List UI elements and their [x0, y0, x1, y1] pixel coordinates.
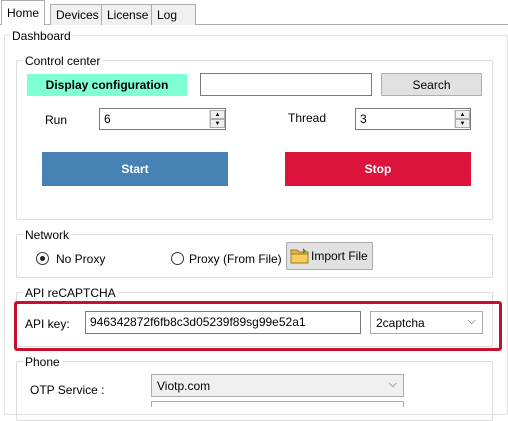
run-label: Run — [45, 113, 68, 127]
spin-up-icon[interactable]: ▲ — [210, 110, 225, 119]
import-file-label: Import File — [311, 249, 368, 263]
api-key-input[interactable]: 946342872f6fb8c3d05239f89sg99e52a1 — [85, 311, 361, 334]
no-proxy-label: No Proxy — [56, 252, 106, 266]
captcha-provider-select[interactable]: 2captcha ⌵ — [370, 311, 483, 334]
no-proxy-radio[interactable] — [36, 252, 49, 265]
run-stepper[interactable]: 6 ▲ ▼ — [99, 108, 226, 130]
import-file-button[interactable]: Import File — [286, 242, 373, 270]
otp-service-label: OTP Service : — [30, 383, 105, 397]
start-button[interactable]: Start — [42, 152, 228, 186]
proxy-file-label: Proxy (From File) — [189, 252, 282, 266]
tab-license[interactable]: License — [101, 4, 155, 25]
search-input[interactable] — [200, 73, 372, 96]
chevron-down-icon: ⌵ — [467, 315, 476, 327]
spin-down-icon[interactable]: ▼ — [455, 119, 470, 128]
tab-home[interactable]: Home — [1, 0, 46, 25]
proxy-file-radio[interactable] — [171, 252, 184, 265]
tab-devices[interactable]: Devices — [50, 4, 105, 25]
display-configuration-button[interactable]: Display configuration — [27, 74, 187, 96]
dashboard-title: Dashboard — [10, 29, 73, 43]
run-stepper-arrows: ▲ ▼ — [209, 110, 225, 128]
network-title: Network — [23, 228, 72, 242]
control-center-title: Control center — [23, 54, 103, 68]
folder-icon — [290, 248, 309, 264]
otp-service-select[interactable]: Viotp.com ⌵ — [151, 374, 404, 397]
captcha-provider-value: 2captcha — [376, 316, 425, 330]
run-value: 6 — [104, 112, 111, 126]
thread-label: Thread — [288, 111, 327, 125]
stop-button[interactable]: Stop — [285, 152, 471, 186]
phone-title: Phone — [23, 355, 62, 369]
thread-stepper-arrows: ▲ ▼ — [454, 110, 470, 128]
api-key-label: API key: — [25, 317, 70, 331]
thread-stepper[interactable]: 3 ▲ ▼ — [355, 108, 471, 130]
otp-service-value: Viotp.com — [157, 379, 211, 393]
tab-strip: Home Devices License Log — [0, 0, 508, 26]
spin-down-icon[interactable]: ▼ — [210, 119, 225, 128]
next-field-partial — [151, 401, 404, 407]
spin-up-icon[interactable]: ▲ — [455, 110, 470, 119]
chevron-down-icon: ⌵ — [388, 378, 397, 390]
thread-value: 3 — [360, 112, 367, 126]
search-button[interactable]: Search — [381, 73, 482, 96]
recaptcha-title: API reCAPTCHA — [23, 286, 118, 300]
tab-log[interactable]: Log — [151, 4, 196, 25]
